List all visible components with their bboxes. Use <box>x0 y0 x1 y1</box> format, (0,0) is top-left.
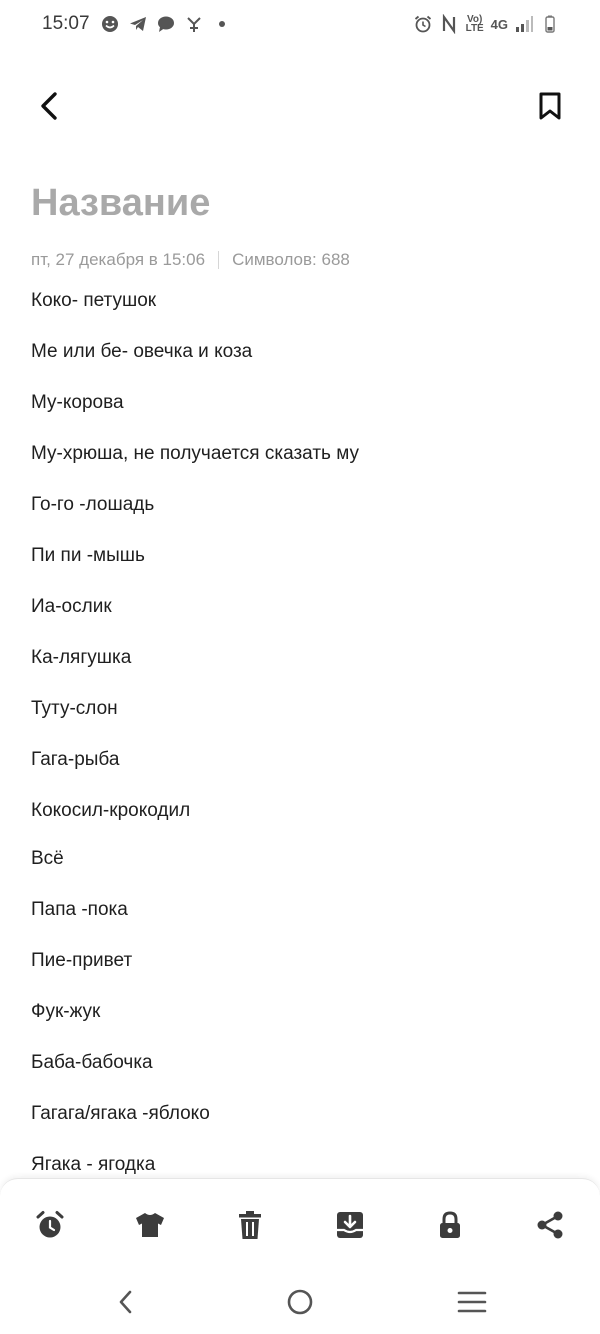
alarm-status-icon <box>413 14 433 34</box>
note-line: Му-хрюша, не получается сказать му <box>31 443 359 464</box>
trash-icon <box>239 1211 261 1239</box>
chat-bubble-icon <box>156 14 176 34</box>
signal-icon <box>514 14 534 34</box>
note-char-count: Символов: 688 <box>232 250 350 269</box>
meta-divider <box>218 251 220 269</box>
share-button[interactable] <box>532 1207 568 1243</box>
note-line: Ка-лягушка <box>31 647 132 668</box>
bookmark-button[interactable] <box>530 86 570 126</box>
note-line: Фук-жук <box>31 1001 101 1022</box>
bookmark-icon <box>539 92 561 120</box>
save-to-device-button[interactable] <box>332 1207 368 1243</box>
back-button[interactable] <box>30 86 70 126</box>
note-line: Туту-слон <box>31 698 118 719</box>
app-notification-icon <box>184 14 204 34</box>
volte-icon: Vo) LTE <box>465 14 484 34</box>
system-status-icons: Vo) LTE 4G <box>413 14 560 34</box>
nfc-icon <box>439 14 459 34</box>
battery-icon <box>540 14 560 34</box>
note-line: Всё <box>31 848 64 869</box>
note-line: Гагага/ягака -яблоко <box>31 1103 210 1124</box>
smile-app-icon <box>100 14 120 34</box>
note-line: Коко- петушок <box>31 290 157 311</box>
top-app-bar <box>0 80 600 136</box>
note-line: Ме или бе- овечка и коза <box>31 341 253 362</box>
status-bar: 15:07 Vo) LTE 4G <box>0 0 600 50</box>
status-time: 15:07 <box>42 13 90 34</box>
chevron-left-icon <box>41 92 57 120</box>
note-meta: пт, 27 декабря в 15:06 Символов: 688 <box>31 250 350 270</box>
note-date: пт, 27 декабря в 15:06 <box>31 250 206 269</box>
note-toolbar <box>0 1178 600 1270</box>
nav-back-icon <box>119 1290 132 1314</box>
note-line: Кокосил-крокодил <box>31 800 191 821</box>
alarm-icon <box>36 1211 64 1238</box>
note-title[interactable]: Название <box>31 182 210 225</box>
share-icon <box>537 1211 563 1239</box>
nav-recents-button[interactable] <box>452 1284 492 1320</box>
network-type: 4G <box>490 16 508 32</box>
reminder-button[interactable] <box>32 1207 68 1243</box>
system-nav-bar <box>0 1270 600 1334</box>
nav-home-icon <box>287 1289 313 1315</box>
nav-back-button[interactable] <box>106 1284 146 1320</box>
shirt-icon <box>136 1213 164 1237</box>
nav-recents-icon <box>457 1291 487 1313</box>
theme-button[interactable] <box>132 1207 168 1243</box>
note-line: Му-корова <box>31 392 124 413</box>
delete-button[interactable] <box>232 1207 268 1243</box>
notification-icons <box>100 14 232 34</box>
note-line: Го-го -лошадь <box>31 494 155 515</box>
lock-icon <box>440 1211 460 1238</box>
more-notifications-dot-icon <box>212 14 232 34</box>
note-line: Пи пи -мышь <box>31 545 145 566</box>
note-line: Пие-привет <box>31 950 133 971</box>
lock-button[interactable] <box>432 1207 468 1243</box>
telegram-icon <box>128 14 148 34</box>
note-line: Гага-рыба <box>31 749 120 770</box>
save-icon <box>337 1212 363 1238</box>
note-line: Папа -пока <box>31 899 128 920</box>
note-line: Баба-бабочка <box>31 1052 153 1073</box>
nav-home-button[interactable] <box>280 1284 320 1320</box>
note-line: Иа-ослик <box>31 596 112 617</box>
note-line: Ягака - ягодка <box>31 1154 156 1175</box>
